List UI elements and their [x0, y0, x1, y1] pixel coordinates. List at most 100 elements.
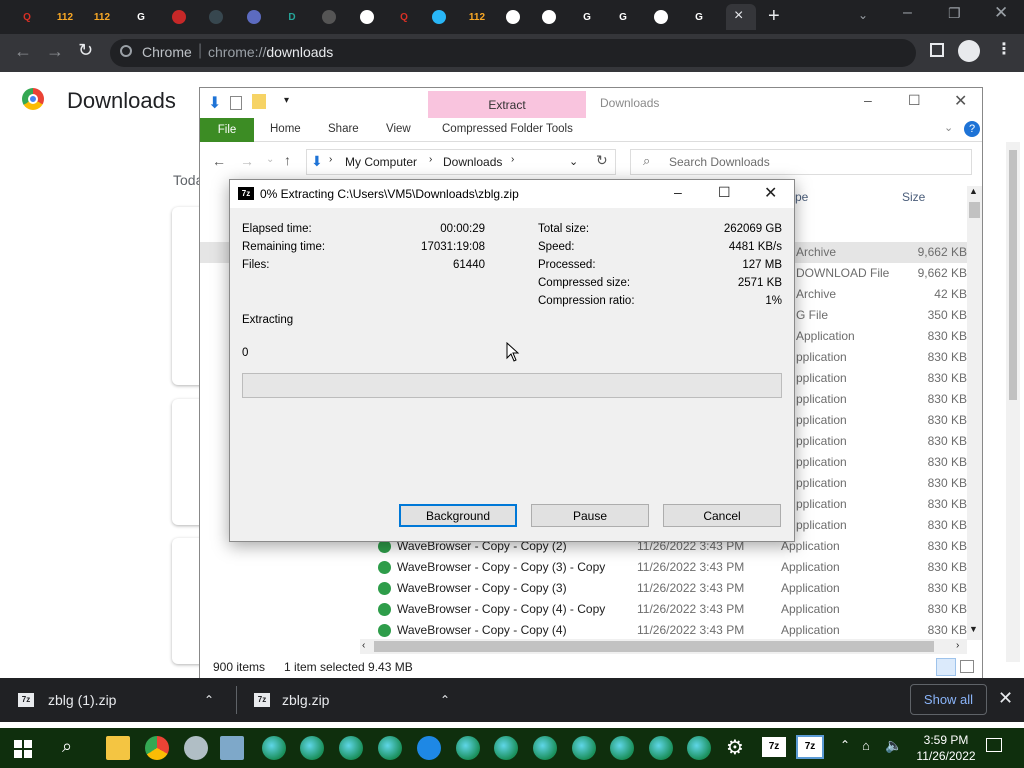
edge-taskbar-icon[interactable]: [378, 736, 402, 760]
archive-tool-taskbar-icon[interactable]: [220, 736, 244, 760]
active-tab[interactable]: ×: [726, 4, 756, 30]
file-row[interactable]: WaveBrowser - Copy - Copy (4) - Copy 11/2…: [200, 599, 970, 620]
browser-tab[interactable]: [428, 6, 450, 28]
paint-taskbar-icon[interactable]: [184, 736, 208, 760]
breadcrumb-downloads[interactable]: Downloads: [443, 155, 502, 169]
search-icon[interactable]: ⌕: [62, 736, 72, 757]
browser-tab[interactable]: G: [612, 6, 634, 28]
minimize-icon[interactable]: –: [864, 92, 872, 108]
close-window-icon[interactable]: ✕: [994, 3, 1008, 23]
close-icon[interactable]: ✕: [954, 91, 967, 111]
minimize-icon[interactable]: –: [903, 4, 912, 22]
tab-extract[interactable]: Extract: [428, 91, 586, 119]
close-tab-icon[interactable]: ×: [734, 7, 743, 25]
profile-avatar[interactable]: [958, 40, 980, 62]
reload-icon[interactable]: ↻: [78, 40, 93, 61]
download-item[interactable]: 7z zblg (1).zip ⌃: [18, 678, 228, 722]
settings-gear-icon[interactable]: ⚙: [726, 735, 744, 760]
browser-tab[interactable]: [318, 6, 340, 28]
new-folder-icon[interactable]: [252, 94, 266, 109]
up-icon[interactable]: ↑: [284, 152, 291, 168]
page-scrollbar[interactable]: [1006, 142, 1020, 662]
chevron-right-icon[interactable]: ›: [429, 154, 432, 165]
tab-search-icon[interactable]: ⌄: [858, 8, 868, 22]
large-icons-view-icon[interactable]: [960, 660, 974, 673]
edge-taskbar-icon[interactable]: [649, 736, 673, 760]
network-icon[interactable]: ⌂: [862, 738, 870, 753]
7zip-taskbar-icon[interactable]: 7z: [796, 735, 824, 759]
browser-tab[interactable]: G: [576, 6, 598, 28]
chevron-right-icon[interactable]: ›: [511, 154, 514, 165]
edge-taskbar-icon[interactable]: [687, 736, 711, 760]
browser-tab[interactable]: Q: [16, 6, 38, 28]
forward-icon[interactable]: →: [240, 153, 254, 169]
edge-taskbar-icon[interactable]: [572, 736, 596, 760]
back-icon[interactable]: ←: [14, 41, 32, 62]
address-dropdown-icon[interactable]: ⌄: [569, 155, 578, 168]
minimize-icon[interactable]: –: [674, 184, 682, 200]
download-item[interactable]: 7z zblg.zip ⌃: [254, 678, 464, 722]
chevron-up-icon[interactable]: ⌃: [204, 693, 214, 707]
browser-tab[interactable]: [356, 6, 378, 28]
recent-dropdown-icon[interactable]: ⌄: [266, 154, 274, 165]
windows-start-icon[interactable]: [14, 740, 32, 758]
edge-taskbar-icon[interactable]: [300, 736, 324, 760]
side-panel-icon[interactable]: [930, 43, 944, 57]
details-view-icon[interactable]: [936, 658, 956, 676]
refresh-icon[interactable]: ↻: [596, 152, 608, 169]
column-header-size[interactable]: Size: [902, 190, 925, 204]
browser-tab[interactable]: 112: [54, 6, 76, 28]
browser-tab[interactable]: [650, 6, 672, 28]
tab-home[interactable]: Home: [270, 123, 301, 135]
cancel-button[interactable]: Cancel: [663, 504, 781, 527]
browser-tab[interactable]: [502, 6, 524, 28]
close-icon[interactable]: ✕: [764, 183, 777, 203]
new-tab-icon[interactable]: +: [768, 5, 780, 28]
horizontal-scrollbar[interactable]: ‹ ›: [360, 639, 967, 654]
maximize-icon[interactable]: ☐: [718, 184, 731, 201]
browser-tab[interactable]: 112: [91, 6, 113, 28]
volume-icon[interactable]: 🔈: [885, 737, 902, 754]
browser-tab[interactable]: [538, 6, 560, 28]
7zip-taskbar-icon[interactable]: 7z: [762, 737, 786, 757]
system-clock[interactable]: 3:59 PM 11/26/2022: [910, 732, 982, 764]
pause-button[interactable]: Pause: [531, 504, 649, 527]
tab-view[interactable]: View: [386, 123, 411, 135]
browser-tab[interactable]: [168, 6, 190, 28]
back-icon[interactable]: ←: [212, 153, 226, 169]
breadcrumb-my-computer[interactable]: My Computer: [345, 155, 417, 169]
help-icon[interactable]: ?: [964, 121, 980, 137]
browser-tab[interactable]: G: [130, 6, 152, 28]
internet-explorer-taskbar-icon[interactable]: [417, 736, 441, 760]
browser-tab[interactable]: G: [688, 6, 710, 28]
file-row[interactable]: WaveBrowser - Copy - Copy (4) 11/26/2022 …: [200, 620, 970, 641]
chevron-right-icon[interactable]: ›: [329, 154, 332, 165]
maximize-icon[interactable]: ☐: [908, 92, 921, 109]
show-all-button[interactable]: Show all: [910, 684, 987, 715]
background-button[interactable]: Background: [399, 504, 517, 527]
tab-file[interactable]: File: [200, 118, 254, 142]
menu-kebab-icon[interactable]: ⋮: [996, 39, 1012, 59]
browser-tab[interactable]: [205, 6, 227, 28]
browser-tab[interactable]: 112: [466, 6, 488, 28]
tab-compressed-folder-tools[interactable]: Compressed Folder Tools: [442, 123, 573, 135]
file-row[interactable]: WaveBrowser - Copy - Copy (3) 11/26/2022 …: [200, 578, 970, 599]
edge-taskbar-icon[interactable]: [610, 736, 634, 760]
tab-share[interactable]: Share: [328, 123, 359, 135]
chevron-up-icon[interactable]: ⌃: [840, 738, 850, 752]
edge-taskbar-icon[interactable]: [533, 736, 557, 760]
browser-tab[interactable]: D: [281, 6, 303, 28]
edge-taskbar-icon[interactable]: [456, 736, 480, 760]
search-input[interactable]: ⌕ Search Downloads: [630, 149, 972, 175]
browser-tab[interactable]: [243, 6, 265, 28]
forward-icon[interactable]: →: [46, 41, 64, 62]
restore-icon[interactable]: ❐: [948, 5, 961, 22]
chevron-up-icon[interactable]: ⌃: [440, 693, 450, 707]
omnibox[interactable]: Chrome | chrome://downloads: [110, 39, 916, 67]
chrome-taskbar-icon[interactable]: [145, 736, 169, 760]
edge-taskbar-icon[interactable]: [262, 736, 286, 760]
close-shelf-icon[interactable]: ✕: [998, 688, 1013, 709]
file-explorer-taskbar-icon[interactable]: [106, 736, 130, 760]
file-row[interactable]: WaveBrowser - Copy - Copy (3) - Copy 11/2…: [200, 557, 970, 578]
browser-tab[interactable]: Q: [393, 6, 415, 28]
